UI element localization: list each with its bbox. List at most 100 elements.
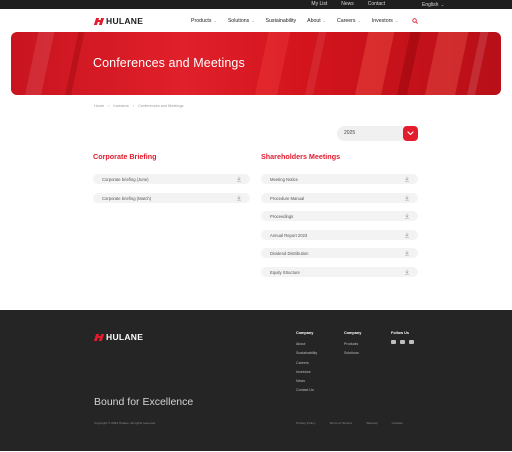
language-label: English — [422, 2, 439, 8]
chevron-down-icon: ⌄ — [213, 18, 217, 23]
nav-item-label: About — [307, 17, 321, 24]
nav-item-label: Careers — [337, 17, 356, 24]
top-utility-bar: My List News Contact English ⌄ — [0, 0, 512, 9]
wechat-icon[interactable] — [400, 340, 405, 344]
primary-menu: Products ⌄ Solutions ⌄ Sustainability Abou… — [191, 9, 409, 32]
footer-logo[interactable]: HULANE — [93, 332, 144, 342]
legal-link-privacy[interactable]: Privacy Policy — [296, 421, 315, 425]
footer-column-heading: Company — [344, 331, 362, 335]
nav-item-solutions[interactable]: Solutions ⌄ — [228, 18, 255, 24]
download-icon[interactable] — [404, 213, 410, 219]
decorative-stripe — [61, 32, 87, 95]
year-select[interactable]: 2025 — [337, 126, 418, 141]
youtube-icon[interactable] — [409, 340, 414, 344]
document-title: Corporate briefing (June) — [102, 176, 149, 182]
download-icon[interactable] — [236, 176, 242, 182]
nav-item-careers[interactable]: Careers ⌄ — [337, 18, 361, 24]
copyright-text: Copyright © 2024 Hulane. All rights rese… — [94, 421, 156, 425]
footer-link-news[interactable]: News — [296, 377, 317, 386]
download-icon[interactable] — [236, 195, 242, 201]
breadcrumb-current: Conferences and Meetings — [138, 104, 184, 108]
nav-item-label: Products — [191, 17, 212, 24]
footer-tagline: Bound for Excellence — [94, 396, 194, 408]
chevron-down-icon: ⌄ — [322, 18, 327, 23]
document-row[interactable]: Proceedings — [261, 211, 418, 221]
legal-link-terms[interactable]: Terms of Service — [329, 421, 352, 425]
footer-link-careers[interactable]: Careers — [296, 359, 317, 368]
footer-link-investors[interactable]: Investors — [296, 368, 317, 377]
document-row[interactable]: Meeting Notice — [261, 174, 418, 184]
decorative-stripe — [351, 32, 397, 95]
utility-links: My List News Contact — [311, 0, 385, 9]
legal-link-sitemap[interactable]: Sitemap — [366, 421, 377, 425]
main-navigation: HULANE Products ⌄ Solutions ⌄ Sustainabili… — [0, 9, 512, 32]
document-row[interactable]: Dividend Distribution — [261, 248, 418, 258]
corporate-briefing-title: Corporate Briefing — [93, 152, 157, 161]
brand-name: HULANE — [106, 332, 144, 342]
footer-column-company: Company About Sustainability Careers Inv… — [296, 331, 317, 396]
footer-link-sustainability[interactable]: Sustainability — [296, 349, 317, 358]
utility-link-mylist[interactable]: My List — [311, 0, 327, 9]
nav-item-label: Solutions — [227, 17, 250, 24]
logo-icon — [93, 333, 105, 341]
document-title: Proceedings — [270, 213, 294, 219]
footer-column-products: Company Products Solutions — [344, 331, 361, 359]
footer-link-products[interactable]: Products — [344, 340, 361, 349]
legal-link-cookies[interactable]: Cookies — [392, 421, 403, 425]
document-title: Corporate briefing (March) — [102, 195, 152, 201]
download-icon[interactable] — [404, 232, 410, 238]
document-row[interactable]: Corporate briefing (June) — [93, 174, 250, 184]
utility-link-news[interactable]: News — [341, 0, 354, 9]
chevron-down-icon: ⌄ — [357, 18, 361, 23]
document-title: Annual Report 2023 — [270, 232, 308, 238]
chevron-down-icon: ⌄ — [251, 18, 255, 23]
document-row[interactable]: Equity Structure — [261, 267, 418, 277]
decorative-stripe — [463, 32, 491, 95]
shareholders-meetings-title: Shareholders Meetings — [261, 152, 341, 161]
document-title: Meeting Notice — [270, 176, 298, 182]
year-dropdown-button[interactable] — [403, 126, 418, 141]
nav-item-about[interactable]: About ⌄ — [307, 18, 326, 24]
breadcrumb: Home › Investors › Conferences and Meeti… — [94, 104, 183, 108]
nav-item-label: Investors — [371, 17, 393, 24]
document-row[interactable]: Procedure Manual — [261, 193, 418, 203]
document-row[interactable]: Corporate briefing (March) — [93, 193, 250, 203]
download-icon[interactable] — [404, 250, 410, 256]
breadcrumb-separator: › — [108, 104, 110, 108]
follow-us-heading: Follow Us — [391, 331, 409, 335]
footer-link-solutions[interactable]: Solutions — [344, 349, 361, 358]
chevron-down-icon: ⌄ — [440, 2, 445, 7]
linkedin-icon[interactable] — [391, 340, 396, 344]
year-select-value: 2025 — [344, 130, 356, 136]
footer-column-follow: Follow Us — [391, 331, 414, 344]
document-title: Procedure Manual — [270, 195, 305, 201]
search-icon[interactable] — [412, 18, 418, 24]
breadcrumb-investors[interactable]: Investors — [113, 104, 128, 108]
utility-link-contact[interactable]: Contact — [368, 0, 385, 9]
nav-item-investors[interactable]: Investors ⌄ — [372, 18, 398, 24]
document-title: Dividend Distribution — [270, 250, 309, 256]
page-title: Conferences and Meetings — [93, 56, 245, 70]
nav-item-label: Sustainability — [265, 17, 297, 24]
footer-link-contact[interactable]: Contact Us — [296, 386, 317, 395]
document-title: Equity Structure — [270, 269, 300, 275]
footer-link-about[interactable]: About — [296, 340, 317, 349]
site-footer: HULANE Company About Sustainability Care… — [0, 310, 512, 451]
legal-links: Privacy Policy Terms of Service Sitemap … — [296, 421, 403, 425]
download-icon[interactable] — [404, 195, 410, 201]
social-links — [391, 340, 414, 344]
download-icon[interactable] — [404, 269, 410, 275]
decorative-stripe — [251, 32, 293, 95]
brand-logo[interactable]: HULANE — [93, 16, 144, 26]
nav-item-products[interactable]: Products ⌄ — [191, 18, 217, 24]
nav-item-sustainability[interactable]: Sustainability — [266, 18, 297, 24]
decorative-stripe — [393, 32, 423, 95]
download-icon[interactable] — [404, 176, 410, 182]
brand-name: HULANE — [106, 16, 144, 26]
document-row[interactable]: Annual Report 2023 — [261, 230, 418, 240]
chevron-down-icon — [407, 131, 414, 136]
decorative-stripe — [21, 32, 57, 95]
breadcrumb-separator: › — [132, 104, 135, 108]
logo-icon — [93, 17, 105, 25]
breadcrumb-home[interactable]: Home — [94, 104, 104, 108]
